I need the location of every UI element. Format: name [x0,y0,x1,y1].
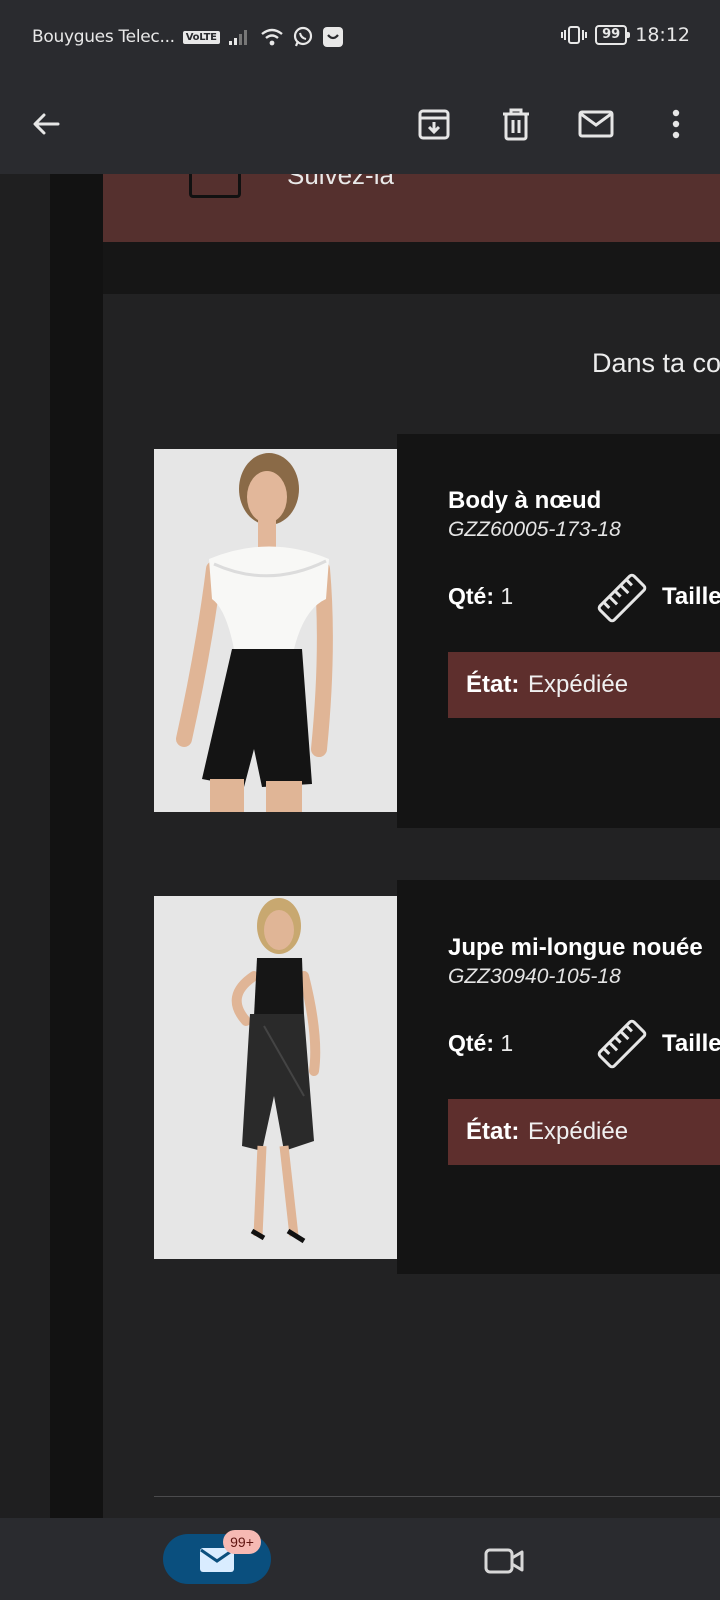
tracking-banner[interactable]: Suivez-la [103,174,720,242]
quantity-value: 1 [500,1030,514,1056]
ruler-icon [597,1019,647,1069]
product-quantity: Qté: 1 [448,1030,513,1057]
ruler-icon [597,573,647,623]
section-separator [103,242,720,294]
size-label: Taille [662,583,720,610]
product-sku: GZZ60005-173-18 [448,518,621,541]
volte-badge: VoLTE [182,30,220,44]
tracking-link-text[interactable]: Suivez-la [287,174,394,191]
product-name[interactable]: Body à nœud [448,487,601,515]
status-value: Expédiée [528,1118,629,1145]
shipping-status: État: Expédiée [448,1099,720,1165]
status-left: Bouygues Telec... VoLTE [32,26,344,48]
tracking-icon [189,174,241,198]
shipping-status: État: Expédiée [448,652,720,718]
bottom-navigation: 99+ [0,1518,720,1600]
archive-icon [418,109,450,140]
product-photo-body [154,449,397,812]
unread-badge: 99+ [223,1530,261,1554]
status-label: État: [466,1118,520,1145]
more-vert-icon [672,109,680,139]
status-label: État: [466,671,520,698]
signal-icon [228,30,247,45]
back-button[interactable] [22,100,70,148]
product-sku: GZZ30940-105-18 [448,965,621,988]
battery-indicator: 99 [595,25,631,45]
divider [154,1496,720,1497]
email-gutter [0,174,50,1518]
whatsapp-icon [293,26,312,47]
shopping-app-icon [322,27,343,47]
product-image[interactable] [154,896,397,1259]
status-value: Expédiée [528,671,629,698]
delete-button[interactable] [492,100,540,148]
quantity-label: Qté: [448,1030,494,1056]
email-left-margin [50,174,103,1518]
wifi-icon [260,28,283,46]
product-image[interactable] [154,449,397,812]
size-label: Taille [662,1030,720,1057]
vibrate-icon [561,26,588,44]
product-name[interactable]: Jupe mi-longue nouée [448,934,703,962]
back-arrow-icon [33,113,60,135]
email-toolbar [0,80,720,174]
more-options-button[interactable] [652,100,700,148]
trash-icon [503,108,529,141]
order-heading: Dans ta co [592,348,720,378]
archive-button[interactable] [410,100,458,148]
status-right: 99 18:12 [561,24,690,46]
clock: 18:12 [635,24,690,46]
carrier-name: Bouygues Telec... [32,27,175,47]
quantity-label: Qté: [448,583,494,609]
status-bar: Bouygues Telec... VoLTE 99 18:12 [0,0,720,80]
product-photo-skirt [154,896,397,1259]
product-quantity: Qté: 1 [448,583,513,610]
mark-unread-button[interactable] [572,100,620,148]
video-icon[interactable] [484,1546,524,1576]
quantity-value: 1 [500,583,514,609]
mail-icon [578,110,614,138]
